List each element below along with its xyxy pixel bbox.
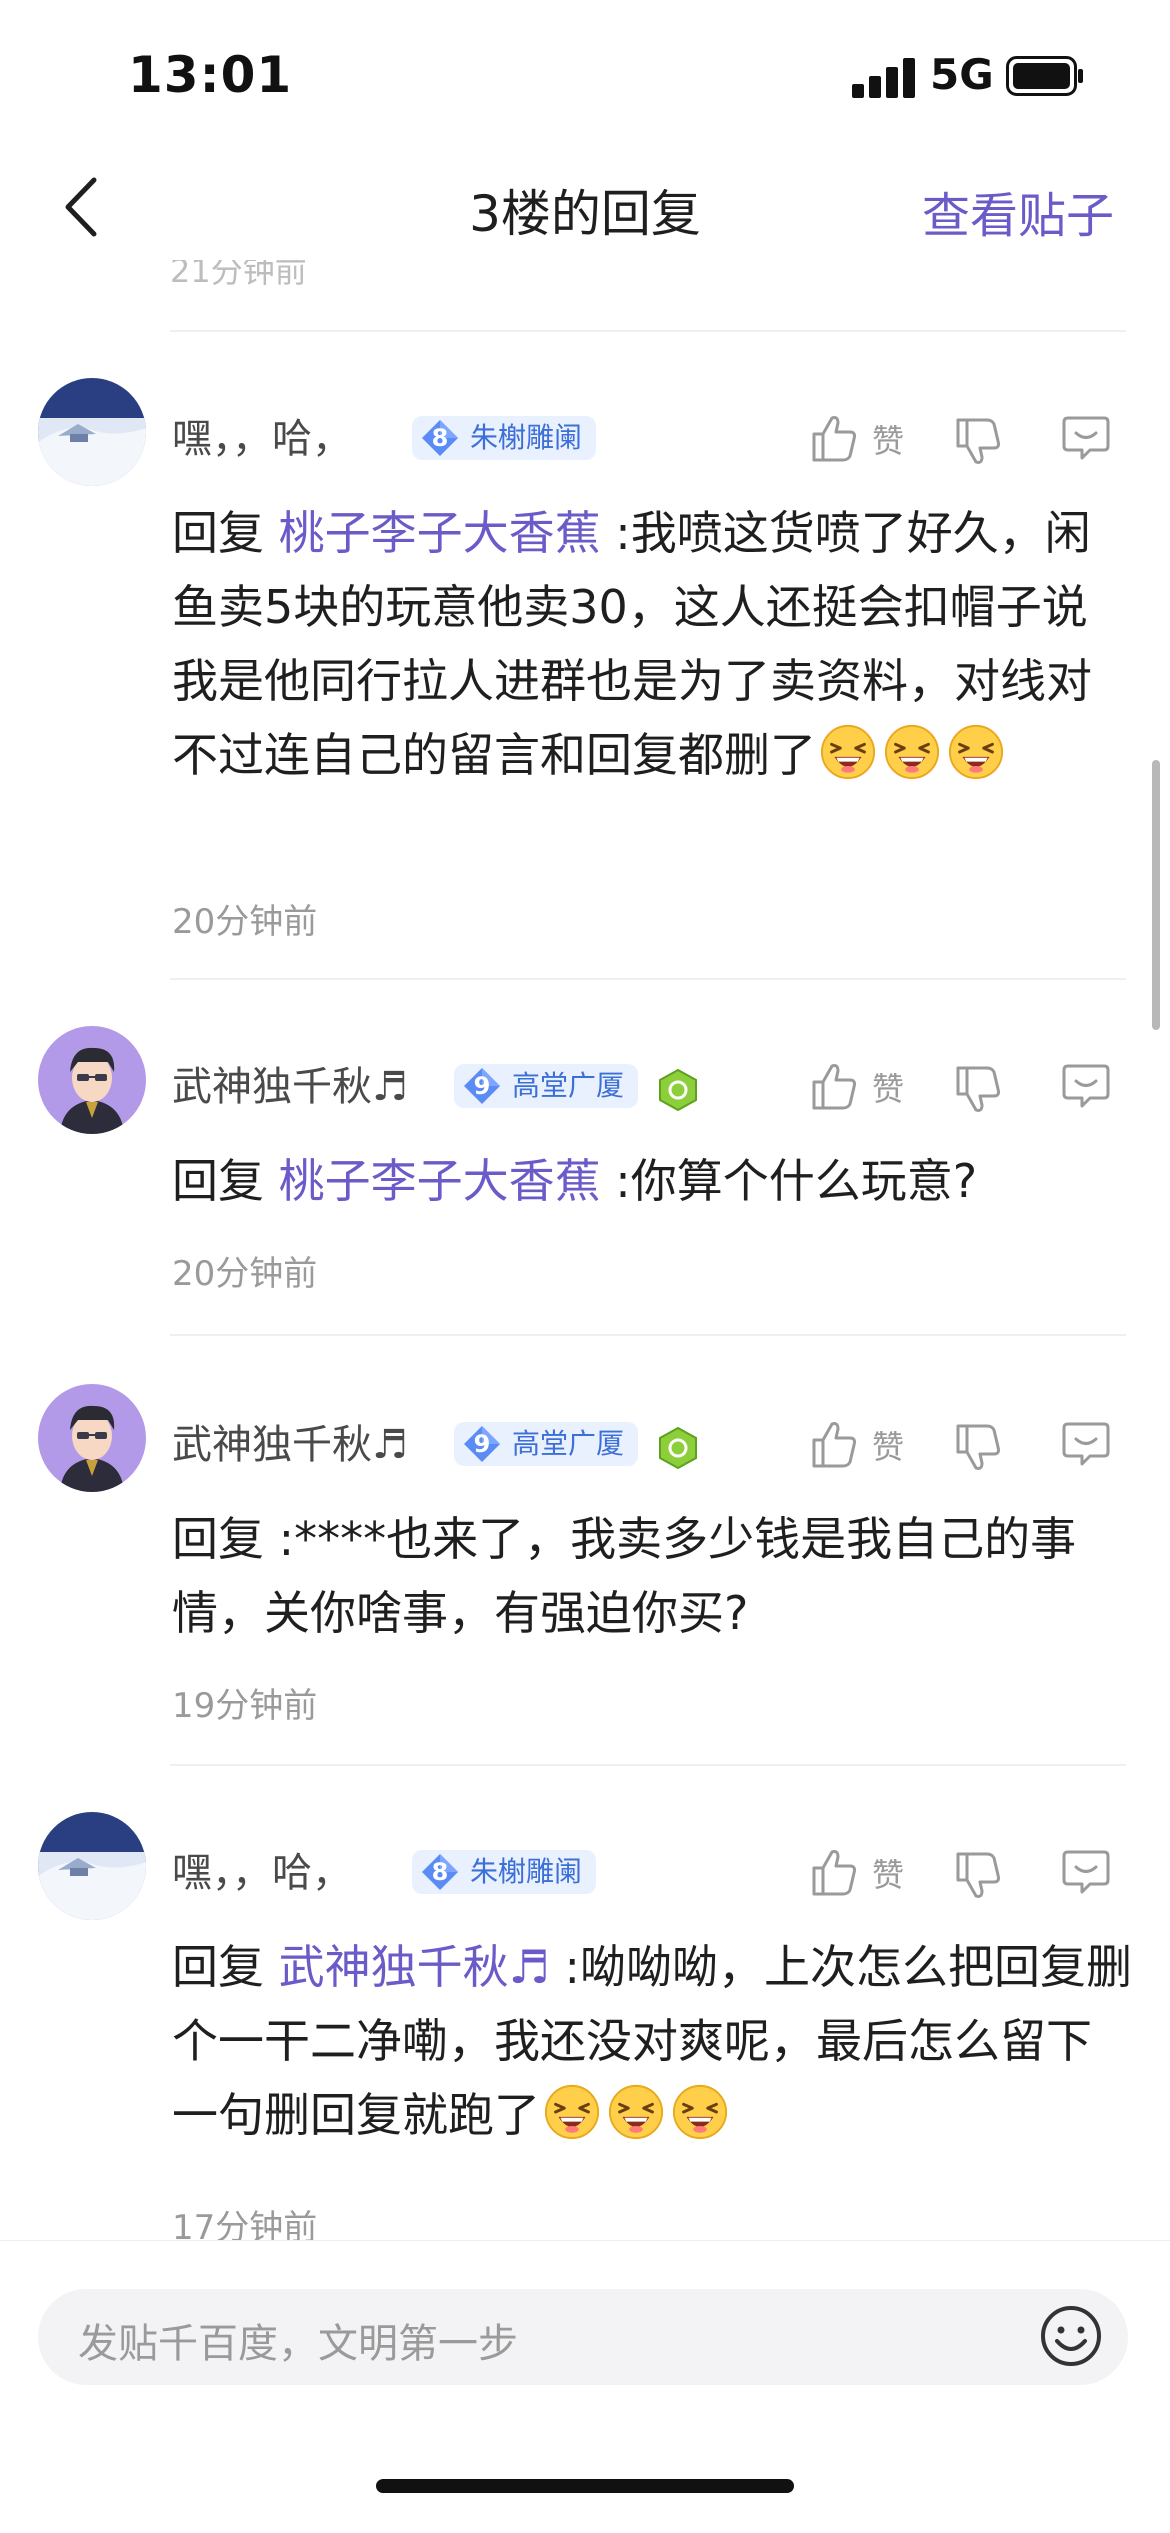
input-placeholder: 发贴千百度，文明第一步 — [78, 2321, 518, 2367]
level-badge[interactable]: 9 高堂广厦 — [454, 1064, 639, 1108]
badge-level: 8 — [431, 1858, 449, 1886]
reply-icon[interactable] — [1060, 1848, 1112, 1896]
view-post-link[interactable]: 查看贴子 — [922, 176, 1114, 246]
thumbs-up-icon[interactable] — [810, 1846, 858, 1898]
partial-timestamp: 21分钟前 — [170, 260, 307, 290]
badge-title: 高堂广厦 — [512, 1069, 625, 1102]
level-badge[interactable]: 9 高堂广厦 — [454, 1422, 639, 1466]
thumbs-up-icon[interactable] — [810, 1418, 858, 1470]
battery-icon — [1006, 56, 1083, 96]
reply-icon[interactable] — [1060, 1062, 1112, 1110]
thumbs-up-icon[interactable] — [810, 1060, 858, 1112]
avatar[interactable] — [38, 378, 146, 486]
thumbs-up-icon[interactable] — [810, 412, 858, 464]
reply-list[interactable]: 21分钟前 嘿，，哈， 8 朱榭雕阑 赞 回复 桃子李子大香蕉 :我喷这货喷了好… — [0, 260, 1170, 2240]
reply-prefix: 回复 — [172, 506, 264, 560]
comment-actions: 赞 — [810, 1842, 1130, 1902]
username[interactable]: 武神独千秋♬ — [172, 1412, 408, 1470]
timestamp: 20分钟前 — [172, 902, 318, 942]
reply-icon[interactable] — [1060, 1420, 1112, 1468]
like-label[interactable]: 赞 — [872, 1850, 904, 1896]
home-indicator — [376, 2479, 794, 2493]
mention-link[interactable]: 桃子李子大香蕉 — [279, 1154, 601, 1208]
like-label[interactable]: 赞 — [872, 416, 904, 462]
divider — [170, 1764, 1126, 1766]
username[interactable]: 武神独千秋♬ — [172, 1054, 408, 1112]
username[interactable]: 嘿，，哈， — [172, 1840, 352, 1898]
badge-title: 高堂广厦 — [512, 1427, 625, 1460]
status-time: 13:01 — [128, 46, 293, 104]
comment-text: 回复 :****也来了，我卖多少钱是我自己的事情，关你啥事，有强迫你买? — [172, 1502, 1132, 1650]
grinning-emoji-icon — [543, 2083, 601, 2141]
comment-text: 回复 武神独千秋♬ :呦呦呦，上次怎么把回复删个一干二净嘞，我还没对爽呢，最后怎… — [172, 1930, 1132, 2152]
thumbs-down-icon[interactable] — [954, 416, 1002, 468]
badge-level: 9 — [473, 1430, 491, 1458]
mention-link[interactable]: 武神独千秋♬ — [279, 1940, 550, 1994]
status-bar: 13:01 5G — [0, 0, 1170, 150]
comment-body: :你算个什么玩意? — [600, 1154, 978, 1208]
reply-prefix: 回复 — [172, 1154, 264, 1208]
mention-link[interactable]: 桃子李子大香蕉 — [279, 506, 601, 560]
badge-level: 9 — [473, 1072, 491, 1100]
comment-text: 回复 桃子李子大香蕉 :我喷这货喷了好久，闲鱼卖5块的玩意他卖30，这人还挺会扣… — [172, 496, 1132, 792]
comment-composer-bar: 发贴千百度，文明第一步 — [0, 2240, 1170, 2533]
hexagon-medal-icon[interactable] — [656, 1068, 700, 1112]
signal-strength-icon — [852, 58, 918, 98]
comment-actions: 赞 — [810, 408, 1130, 468]
thumbs-down-icon[interactable] — [954, 1850, 1002, 1902]
grinning-emoji-icon — [671, 2083, 729, 2141]
divider — [170, 330, 1126, 332]
thumbs-down-icon[interactable] — [954, 1422, 1002, 1474]
comment-body: :****也来了，我卖多少钱是我自己的事情，关你啥事，有强迫你买? — [172, 1512, 1077, 1640]
timestamp: 17分钟前 — [172, 2208, 318, 2240]
badge-title: 朱榭雕阑 — [470, 421, 583, 454]
reply-icon[interactable] — [1060, 414, 1112, 462]
avatar[interactable] — [38, 1384, 146, 1492]
comment-actions: 赞 — [810, 1414, 1130, 1474]
level-badge[interactable]: 8 朱榭雕阑 — [412, 1850, 597, 1894]
thumbs-down-icon[interactable] — [954, 1064, 1002, 1116]
network-type: 5G — [930, 50, 994, 99]
username[interactable]: 嘿，，哈， — [172, 406, 352, 464]
grinning-emoji-icon — [947, 723, 1005, 781]
scrollbar[interactable] — [1152, 760, 1160, 1030]
timestamp: 20分钟前 — [172, 1254, 318, 1294]
level-badge[interactable]: 8 朱榭雕阑 — [412, 416, 597, 460]
grinning-emoji-icon — [819, 723, 877, 781]
grinning-emoji-icon — [607, 2083, 665, 2141]
timestamp: 19分钟前 — [172, 1686, 318, 1726]
emoji-picker-icon[interactable] — [1038, 2303, 1104, 2369]
comment-actions: 赞 — [810, 1056, 1130, 1116]
like-label[interactable]: 赞 — [872, 1422, 904, 1468]
reply-prefix: 回复 — [172, 1940, 264, 1994]
comment-input[interactable]: 发贴千百度，文明第一步 — [38, 2289, 1128, 2385]
badge-level: 8 — [431, 424, 449, 452]
divider — [170, 978, 1126, 980]
divider — [170, 1334, 1126, 1336]
comment-text: 回复 桃子李子大香蕉 :你算个什么玩意? — [172, 1144, 1132, 1218]
badge-title: 朱榭雕阑 — [470, 1855, 583, 1888]
reply-prefix: 回复 — [172, 1512, 264, 1566]
like-label[interactable]: 赞 — [872, 1064, 904, 1110]
nav-bar: 3楼的回复 查看贴子 — [0, 150, 1170, 260]
grinning-emoji-icon — [883, 723, 941, 781]
hexagon-medal-icon[interactable] — [656, 1426, 700, 1470]
avatar[interactable] — [38, 1026, 146, 1134]
avatar[interactable] — [38, 1812, 146, 1920]
